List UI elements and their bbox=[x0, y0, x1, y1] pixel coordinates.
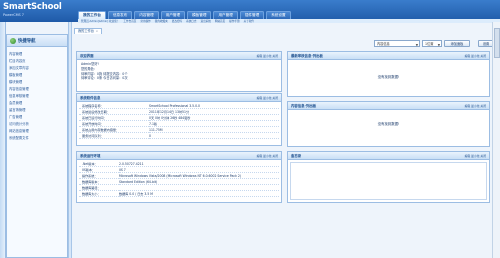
chevron-down-icon: ▼ bbox=[415, 42, 418, 47]
position-select[interactable]: 1位置 ▼ bbox=[422, 40, 442, 47]
subnav-manual[interactable]: 操作手册 bbox=[229, 19, 239, 23]
table-row: 数据库大小： 数据库 0.0 / 日志 3.5 M bbox=[79, 190, 279, 197]
panel-title: 备忘录 bbox=[291, 154, 302, 158]
sidebar-item[interactable]: 模板管理 bbox=[7, 72, 67, 79]
subnav-favorites[interactable]: 我的收藏夹 bbox=[155, 19, 168, 23]
vertical-scrollbar[interactable] bbox=[492, 22, 500, 258]
sub-nav-bar: 管理员:Admin[Admin] 欢迎您！ 工作台首页 常用操作 我的收藏夹 更… bbox=[78, 19, 500, 23]
scrollbar-thumb[interactable] bbox=[494, 28, 500, 58]
tab-users[interactable]: 用户管理 bbox=[160, 11, 186, 19]
sidebar: 快捷导航 内容管理 栏目内容页 添加文章内容 模板管理 模块管理 内容信息管理 … bbox=[6, 34, 68, 258]
tab-templates[interactable]: 模板管理 bbox=[187, 11, 212, 19]
server-env-table: .Net版本： 2.0.50727.4211 IIS版本： IIS 7 操作系统： M… bbox=[79, 161, 279, 197]
panel-header: 内容信息-列出板 编辑 最小化 关闭 bbox=[288, 102, 489, 110]
panel-actions[interactable]: 编辑 最小化 关闭 bbox=[257, 96, 278, 100]
row-key: 数据库大小： bbox=[79, 190, 119, 197]
panel-actions[interactable]: 编辑 最小化 关闭 bbox=[257, 154, 278, 158]
tab-publish[interactable]: 信息发布 bbox=[107, 11, 133, 19]
window-tabs: 我的工作台 x bbox=[74, 27, 102, 34]
panel-title: 系统软件信息 bbox=[80, 96, 101, 100]
sidebar-item[interactable]: 添加文章内容 bbox=[7, 65, 67, 72]
sidebar-item[interactable]: 会员管理 bbox=[7, 100, 67, 107]
sidebar-splitter[interactable] bbox=[68, 22, 72, 258]
main-nav-tabs: 我的工作台 信息发布 内容管理 用户管理 模板管理 用户管理 插件管理 系统设置 bbox=[78, 11, 293, 19]
tab-content[interactable]: 内容管理 bbox=[134, 11, 159, 19]
subnav-site-home[interactable]: 网站首页 bbox=[215, 19, 225, 23]
sidebar-item[interactable]: 内容管理 bbox=[7, 51, 67, 58]
tab-system-settings[interactable]: 系统设置 bbox=[266, 11, 291, 19]
panel-actions[interactable]: 编辑 最小化 关闭 bbox=[465, 154, 486, 158]
subnav-logout[interactable]: 退出系统 bbox=[200, 19, 210, 23]
panel-actions[interactable]: 编辑 最小化 关闭 bbox=[257, 54, 278, 58]
subnav-about[interactable]: 关于软件 bbox=[244, 19, 254, 23]
brand-subtitle: PowerCMS bbox=[3, 13, 21, 17]
row-value: 0 bbox=[149, 132, 279, 139]
table-row: 服务访问队列： 0 bbox=[79, 132, 279, 139]
panel-actions[interactable]: 编辑 最小化 关闭 bbox=[465, 54, 486, 58]
system-info-panel: 系统软件信息 编辑 最小化 关闭 系统程序名称： SmartSchool Prof… bbox=[76, 93, 282, 146]
system-info-table: 系统程序名称： SmartSchool Professional 3.5.0.0 … bbox=[79, 103, 279, 139]
app-logo: SmartSchool PowerCMS 7 bbox=[3, 2, 63, 20]
subnav-system-log[interactable]: 系统日志 bbox=[186, 19, 196, 23]
chevron-down-icon: ▼ bbox=[437, 42, 440, 47]
sidebar-item[interactable]: 信息审核管理 bbox=[7, 93, 67, 100]
recent-content-panel: 内容信息-列出板 编辑 最小化 关闭 没有找到数据! bbox=[287, 101, 490, 147]
panel-header: 系统软件信息 编辑 最小化 关闭 bbox=[77, 94, 281, 102]
sidebar-item[interactable]: 广告管理 bbox=[7, 114, 67, 121]
sidebar-item[interactable]: 留言簿管理 bbox=[7, 107, 67, 114]
sidebar-header: 快捷导航 bbox=[7, 35, 67, 47]
sidebar-item[interactable]: 栏目内容页 bbox=[7, 58, 67, 65]
position-select-value: 1位置 bbox=[425, 42, 434, 47]
subnav-change-password[interactable]: 更改密码 bbox=[172, 19, 182, 23]
window-tab-label: 我的工作台 bbox=[78, 29, 94, 34]
panel-title: 最新审核信息-列出板 bbox=[291, 54, 323, 58]
panel-header: 最新审核信息-列出板 编辑 最小化 关闭 bbox=[288, 52, 489, 60]
sidebar-title: 快捷导航 bbox=[18, 38, 36, 44]
sidebar-item[interactable]: 访问统计分析 bbox=[7, 121, 67, 128]
add-panel-button[interactable]: 添加面板 bbox=[444, 40, 470, 47]
subnav-common-ops[interactable]: 常用操作 bbox=[140, 19, 150, 23]
window-tab-workbench[interactable]: 我的工作台 x bbox=[74, 27, 102, 34]
brand-name: SmartSchool bbox=[3, 2, 62, 12]
empty-message: 没有找到数据! bbox=[377, 75, 400, 79]
row-key: 服务访问队列： bbox=[79, 132, 149, 139]
panel-title: 内容信息-列出板 bbox=[291, 104, 317, 108]
panel-header: 系统运行环境 编辑 最小化 关闭 bbox=[77, 152, 281, 160]
panel-header: 欢迎界面 编辑 最小化 关闭 bbox=[77, 52, 281, 60]
close-icon[interactable]: x bbox=[96, 28, 98, 34]
panel-actions[interactable]: 编辑 最小化 关闭 bbox=[465, 104, 486, 108]
sidebar-item[interactable]: 网站信息管理 bbox=[7, 128, 67, 135]
tab-workbench[interactable]: 我的工作台 bbox=[78, 11, 106, 19]
subnav-home[interactable]: 工作台首页 bbox=[123, 19, 136, 23]
globe-icon bbox=[10, 37, 16, 44]
tab-users-2[interactable]: 用户管理 bbox=[213, 11, 238, 19]
tab-plugins[interactable]: 插件管理 bbox=[239, 11, 265, 19]
panel-title: 欢迎界面 bbox=[80, 54, 94, 58]
welcome-panel: 欢迎界面 编辑 最小化 关闭 Admin您好! 您的角色： 待审内容：0篇 待提… bbox=[76, 51, 282, 92]
server-env-panel: 系统运行环境 编辑 最小化 关闭 .Net版本： 2.0.50727.4211 I… bbox=[76, 151, 282, 203]
panel-controls: 内容信息 ▼ 1位置 ▼ 添加面板 设置 bbox=[374, 40, 494, 47]
sidebar-menu: 内容管理 栏目内容页 添加文章内容 模板管理 模块管理 内容信息管理 信息审核管… bbox=[7, 47, 67, 142]
sidebar-item[interactable]: 系统配置文件 bbox=[7, 135, 67, 142]
filter-select[interactable]: 内容信息 ▼ bbox=[374, 40, 420, 47]
welcome-line: 待审评论：0条 今日访问量：0次 bbox=[81, 76, 128, 81]
memo-textarea[interactable] bbox=[290, 162, 487, 200]
sidebar-item[interactable]: 内容信息管理 bbox=[7, 86, 67, 93]
welcome-user-text: 管理员:Admin[Admin] 欢迎您！ bbox=[81, 20, 120, 23]
sidebar-item[interactable]: 模块管理 bbox=[7, 79, 67, 86]
pending-review-panel: 最新审核信息-列出板 编辑 最小化 关闭 没有找到数据! bbox=[287, 51, 490, 97]
filter-select-value: 内容信息 bbox=[377, 42, 390, 47]
panel-header: 备忘录 编辑 最小化 关闭 bbox=[288, 152, 489, 160]
panel-title: 系统运行环境 bbox=[80, 154, 101, 158]
empty-message: 没有找到数据! bbox=[377, 122, 400, 126]
version-badge: 7 bbox=[21, 13, 24, 17]
memo-panel: 备忘录 编辑 最小化 关闭 bbox=[287, 151, 490, 203]
row-value: 数据库 0.0 / 日志 3.5 M bbox=[119, 190, 279, 197]
